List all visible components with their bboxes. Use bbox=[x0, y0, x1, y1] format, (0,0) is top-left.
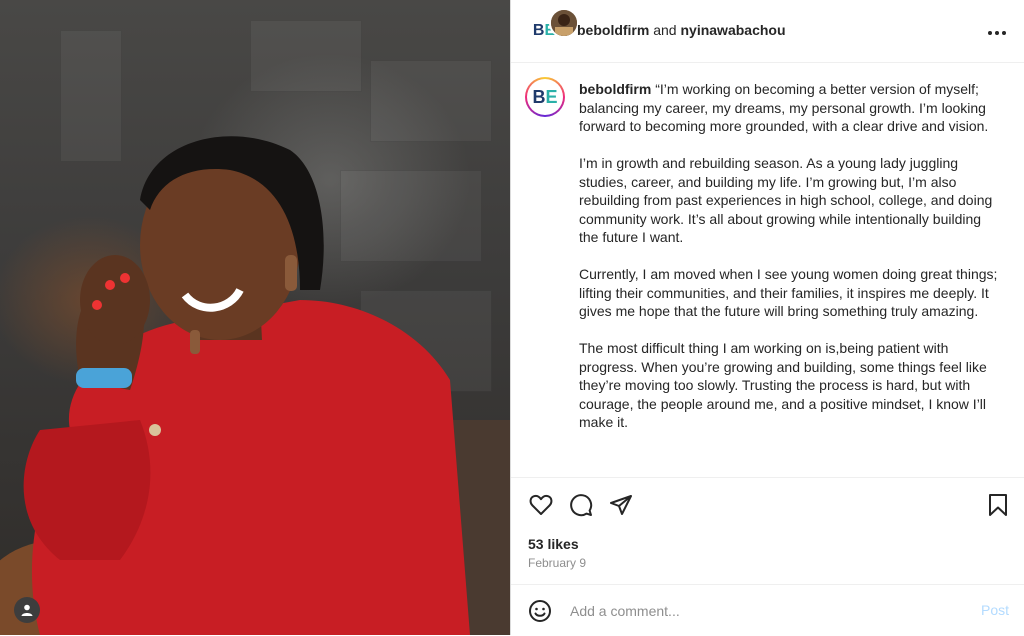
header-title: beboldfirm and nyinawabachou bbox=[577, 22, 786, 38]
header-joiner: and bbox=[653, 22, 677, 38]
post-button[interactable]: Post bbox=[981, 602, 1009, 618]
caption-paragraph: The most difficult thing I am working on… bbox=[579, 340, 987, 430]
user-icon bbox=[21, 604, 33, 616]
author-username-link[interactable]: beboldfirm bbox=[577, 22, 649, 38]
caption-username-link[interactable]: beboldfirm bbox=[579, 81, 651, 97]
emoji-icon[interactable] bbox=[528, 599, 552, 628]
person-illustration bbox=[0, 136, 510, 635]
author-avatar[interactable]: BE bbox=[527, 8, 579, 50]
more-horizontal-icon[interactable] bbox=[987, 16, 1007, 42]
bookmark-icon[interactable] bbox=[985, 492, 1011, 518]
share-icon[interactable] bbox=[608, 492, 634, 518]
caption-text: beboldfirm “I’m working on becoming a be… bbox=[579, 80, 999, 450]
post-header: BE beboldfirm and nyinawabachou bbox=[511, 0, 1024, 63]
comment-input[interactable] bbox=[568, 599, 952, 623]
post-date[interactable]: February 9 bbox=[528, 556, 586, 570]
tagged-user-icon[interactable] bbox=[14, 597, 40, 623]
comment-icon[interactable] bbox=[568, 492, 594, 518]
post-details-panel: BE beboldfirm and nyinawabachou BE bebol… bbox=[510, 0, 1024, 635]
post-photo[interactable] bbox=[0, 0, 510, 635]
caption-paragraph: Currently, I am moved when I see young w… bbox=[579, 266, 998, 319]
caption-paragraph: I’m in growth and rebuilding season. As … bbox=[579, 155, 993, 245]
collaborator-username-link[interactable]: nyinawabachou bbox=[680, 22, 785, 38]
action-bar: 53 likes February 9 bbox=[511, 477, 1024, 584]
likes-count[interactable]: 53 likes bbox=[528, 536, 579, 552]
heart-icon[interactable] bbox=[528, 492, 554, 518]
comment-bar: Post bbox=[511, 584, 1024, 636]
caption-area: BE beboldfirm “I’m working on becoming a… bbox=[511, 63, 1024, 477]
collaborator-avatar[interactable] bbox=[549, 8, 579, 38]
caption-author-avatar[interactable]: BE bbox=[525, 77, 565, 117]
